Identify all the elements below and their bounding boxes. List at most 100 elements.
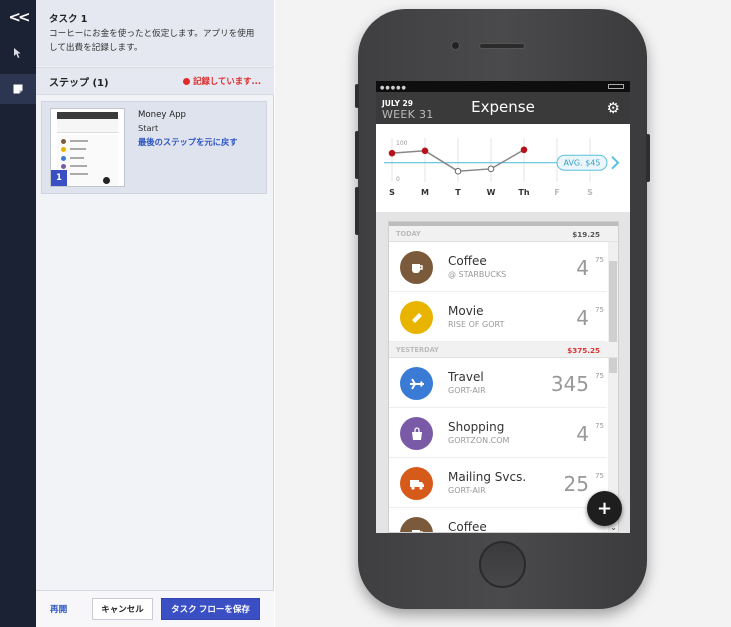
cancel-button[interactable]: キャンセル — [92, 598, 153, 620]
expense-amount: 4 — [576, 256, 589, 280]
expense-name: Travel — [448, 370, 484, 384]
expense-row[interactable]: Travel GORT-AIR 345 75 — [389, 358, 607, 408]
app-bar: JULY 29 WEEK 31 Expense ⚙ — [376, 92, 630, 124]
section-total: $19.25 — [572, 230, 600, 239]
y-tick-label: 100 — [396, 140, 408, 147]
expense-list: ⌃ ⌄ TODAY$19.25Coffee@ STARBUCKS475Movie… — [388, 221, 619, 533]
chart-svg: 1000S M T W Th F SAVG. $45 — [384, 138, 620, 197]
expense-row[interactable]: Shopping GORTZON.COM 4 75 — [389, 408, 607, 458]
home-button[interactable] — [479, 541, 526, 588]
steps-count-label: ステップ (1) — [49, 77, 109, 89]
step-number-badge: 1 — [51, 170, 67, 186]
expense-row[interactable]: Mailing Svcs. GORT-AIR 25 75 — [389, 458, 607, 508]
expense-merchant: GORTZON.COM — [448, 436, 510, 445]
expense-cents: 75 — [595, 306, 604, 314]
average-label: AVG. $45 — [564, 159, 601, 168]
expense-merchant: @ STARBUCKS — [448, 270, 507, 279]
tool-rail: << — [0, 0, 36, 627]
x-tick-label: W — [487, 188, 496, 197]
power-button — [646, 134, 650, 182]
section-header: TODAY $19.25 — [389, 226, 618, 242]
expense-cents: 75 — [595, 256, 604, 264]
x-tick-label: S — [389, 188, 395, 197]
section-header: YESTERDAY $375.25 — [389, 342, 618, 358]
expense-merchant: RISE OF GORT — [448, 320, 505, 329]
recording-status: 記録しています... — [183, 75, 261, 87]
weekly-spending-chart[interactable]: 100 0 S M T W Th F S AVG. $45 — [376, 124, 630, 212]
add-expense-button[interactable]: + — [587, 491, 622, 526]
signal-icon: ●●●●● — [380, 85, 407, 91]
data-point — [388, 149, 396, 157]
expense-name: Coffee — [448, 254, 487, 268]
expense-amount: 4 — [576, 306, 589, 330]
app-title: Expense — [471, 98, 535, 116]
step-app-name: Money App — [138, 110, 187, 120]
data-point — [487, 165, 495, 173]
expense-merchant: GORT-AIR — [448, 386, 486, 395]
expense-amount: 4 — [576, 422, 589, 446]
gear-icon[interactable]: ⚙ — [607, 99, 620, 117]
coffee-cup-icon — [400, 517, 433, 532]
x-tick-label: M — [421, 188, 429, 197]
recorder-panel: タスク 1 コーヒーにお金を使ったと仮定します。アプリを使用して出費を記録します… — [36, 0, 274, 627]
y-tick-label: 0 — [396, 176, 400, 183]
expense-amount: 25 — [563, 472, 589, 496]
volume-up-button — [355, 131, 359, 179]
x-tick-label: F — [554, 188, 559, 197]
ticket-icon — [400, 301, 433, 334]
expense-name: Mailing Svcs. — [448, 470, 527, 484]
airplane-icon — [400, 367, 433, 400]
shopping-bag-icon — [400, 417, 433, 450]
expense-amount: 345 — [550, 372, 589, 396]
section-label: YESTERDAY — [396, 346, 439, 354]
mute-switch — [355, 84, 359, 108]
data-point — [520, 146, 528, 154]
expense-list-area: ⌃ ⌄ TODAY$19.25Coffee@ STARBUCKS475Movie… — [376, 212, 630, 533]
recording-status-label: 記録しています... — [193, 76, 261, 86]
cursor-tool-icon[interactable] — [0, 38, 36, 68]
volume-down-button — [355, 187, 359, 235]
expense-name: Coffee — [448, 520, 487, 533]
chevron-right-icon — [611, 155, 620, 170]
x-tick-label: S — [587, 188, 593, 197]
earpiece-speaker — [479, 43, 525, 49]
step-item[interactable]: 1 Money App Start 最後のステップを元に戻す — [41, 101, 267, 194]
expense-merchant: GORT-AIR — [448, 486, 486, 495]
recording-dot-icon — [183, 77, 191, 85]
save-task-flow-button[interactable]: タスク フローを保存 — [161, 598, 260, 620]
x-tick-label: T — [455, 188, 461, 197]
expense-cents: 75 — [595, 372, 604, 380]
step-thumbnail[interactable]: 1 — [50, 108, 125, 187]
truck-icon — [400, 467, 433, 500]
task-title: タスク 1 — [49, 14, 88, 25]
scrollbar[interactable] — [608, 236, 618, 532]
data-point — [454, 167, 462, 175]
undo-last-step-link[interactable]: 最後のステップを元に戻す — [138, 136, 238, 148]
expense-row[interactable]: Coffee @ STARBUCKS 4 75 — [389, 242, 607, 292]
steps-header: ステップ (1) 記録しています... — [36, 67, 274, 95]
expense-name: Shopping — [448, 420, 505, 434]
task-recorder-window: << タスク 1 コーヒーにお金を使ったと仮定します。アプリを使用して出費を記録… — [0, 0, 731, 627]
task-description: コーヒーにお金を使ったと仮定します。アプリを使用して出費を記録します。 — [49, 29, 255, 53]
battery-icon — [608, 84, 624, 89]
x-tick-label: Th — [518, 188, 529, 197]
front-camera — [451, 41, 460, 50]
expense-cents: 75 — [595, 422, 604, 430]
step-state: Start — [138, 123, 159, 133]
coffee-cup-icon — [400, 251, 433, 284]
expense-row[interactable]: Movie RISE OF GORT 4 75 — [389, 292, 607, 342]
resume-link[interactable]: 再開 — [50, 603, 67, 615]
expense-name: Movie — [448, 304, 484, 318]
double-chevron-left-icon[interactable]: << — [0, 2, 36, 32]
phone-screen: ●●●●● JULY 29 WEEK 31 Expense ⚙ 100 0 S M T W… — [376, 81, 630, 533]
expense-row[interactable]: Coffee — [389, 508, 607, 533]
panel-footer: 再開 キャンセル タスク フローを保存 — [36, 590, 274, 627]
expense-cents: 75 — [595, 472, 604, 480]
sticky-note-icon[interactable] — [0, 74, 36, 104]
device-preview: ●●●●● JULY 29 WEEK 31 Expense ⚙ 100 0 S M T W… — [275, 0, 731, 627]
task-card: タスク 1 コーヒーにお金を使ったと仮定します。アプリを使用して出費を記録します… — [36, 0, 274, 66]
section-label: TODAY — [396, 230, 421, 238]
status-bar: ●●●●● — [376, 81, 630, 92]
data-point — [421, 147, 429, 155]
section-total: $375.25 — [567, 346, 600, 355]
